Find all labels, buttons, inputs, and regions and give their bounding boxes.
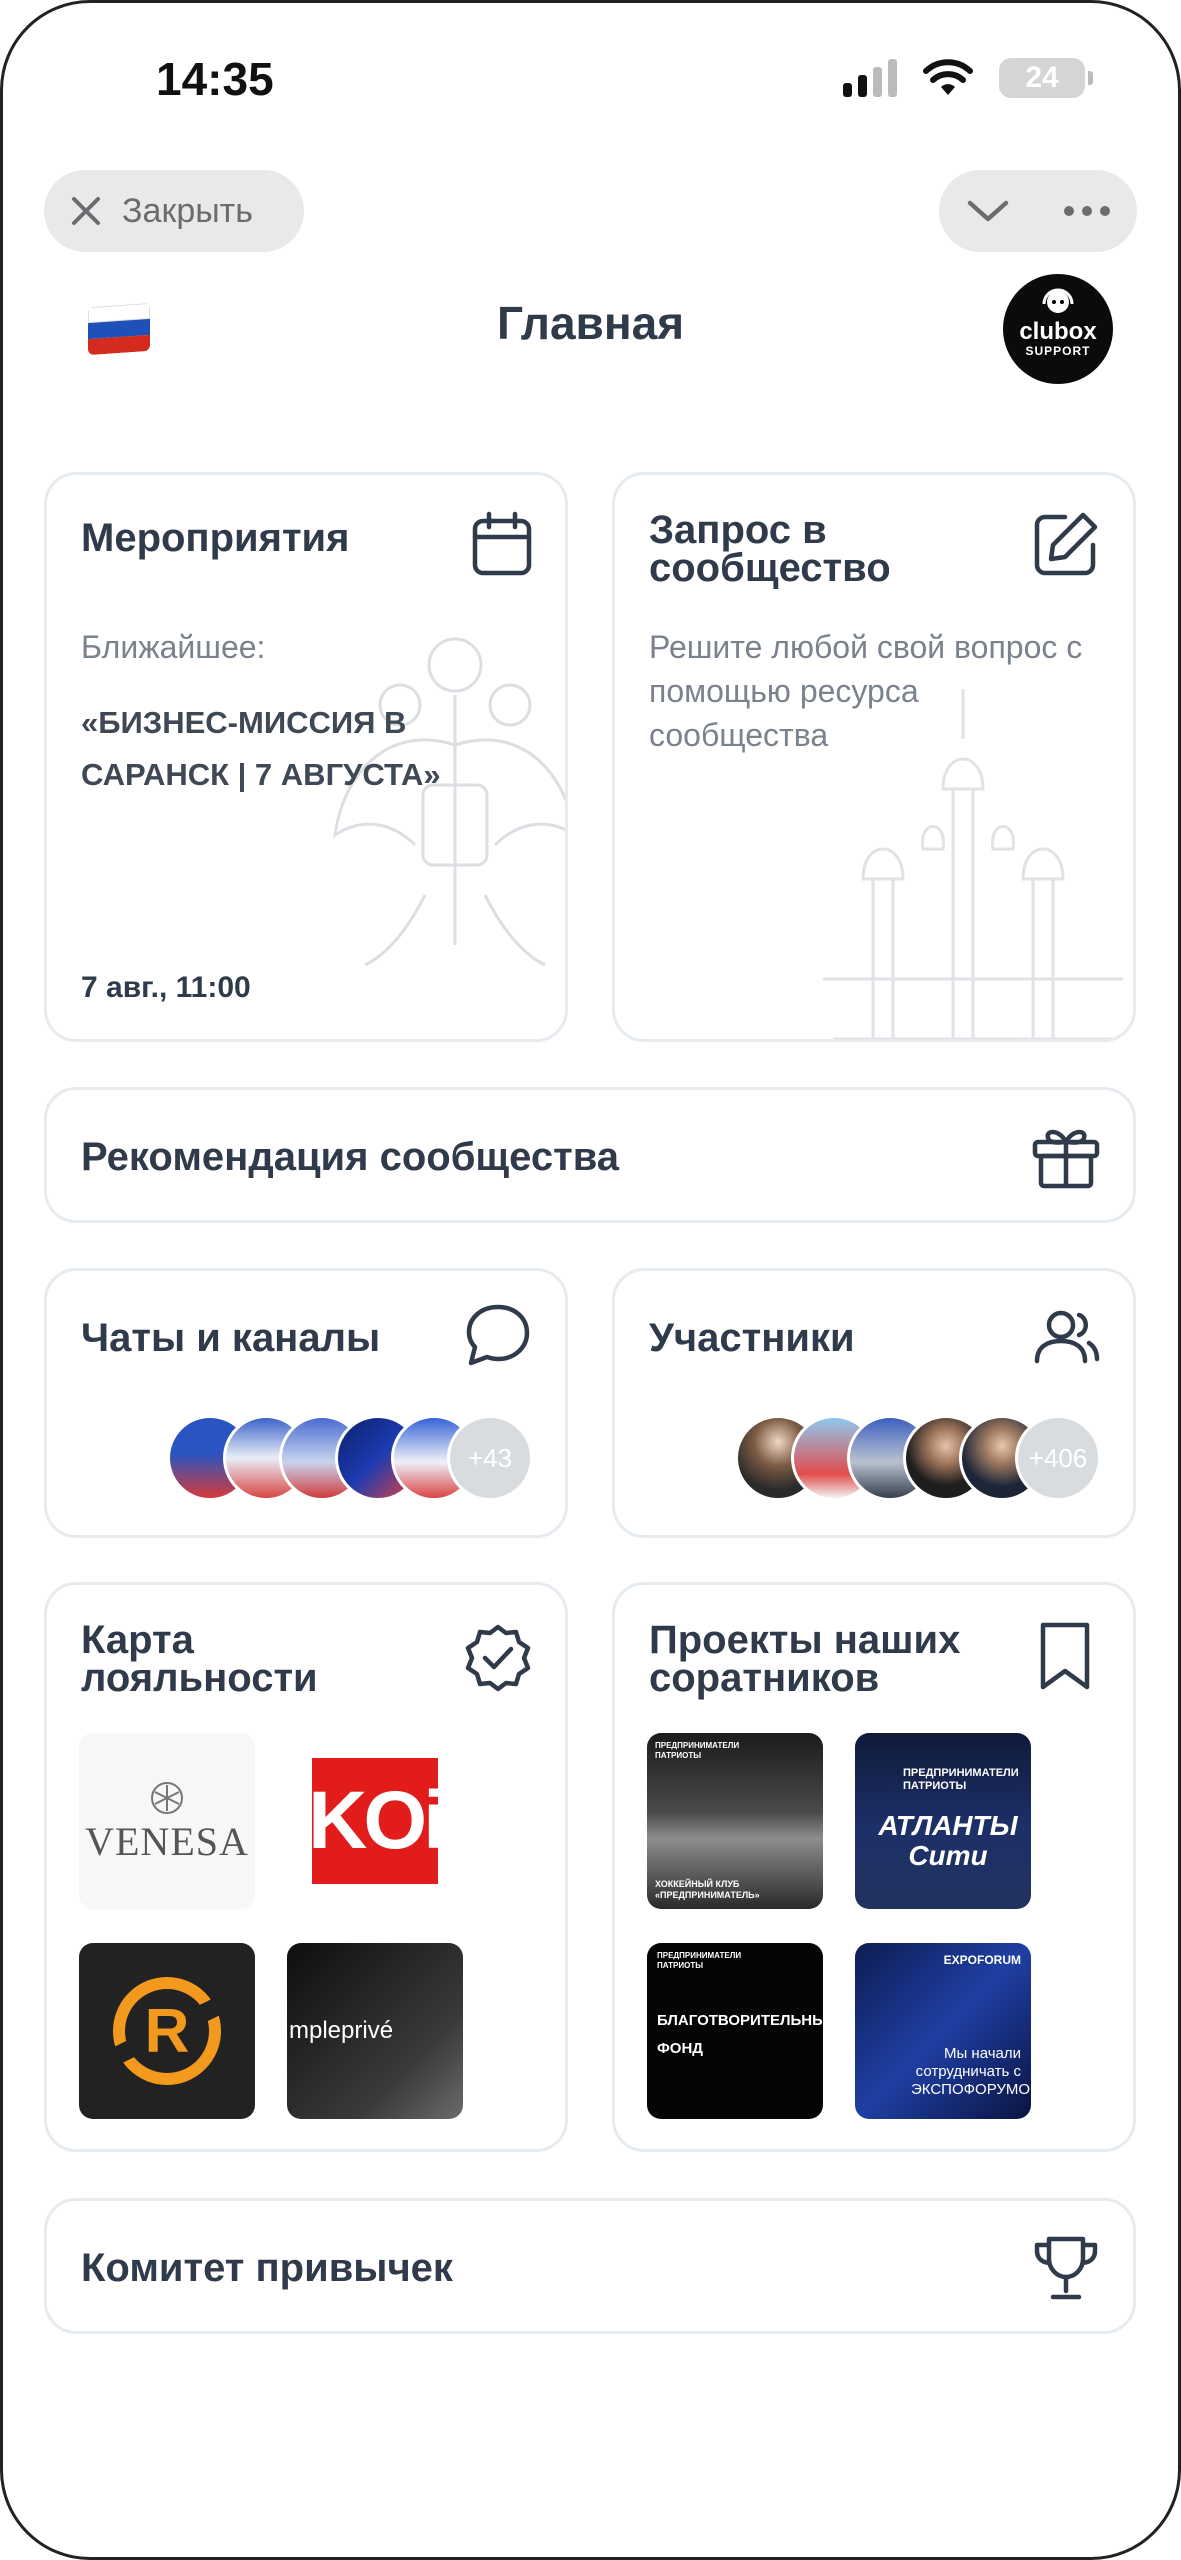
- signal-icon: [843, 59, 897, 97]
- projects-title: Проекты наших соратников: [649, 1618, 961, 1700]
- events-date: 7 авг., 11:00: [81, 971, 251, 1004]
- events-name: «БИЗНЕС-МИССИЯ В САРАНСК | 7 АВГУСТА»: [81, 705, 441, 792]
- menu-pill: [939, 170, 1137, 252]
- close-icon: [72, 197, 100, 225]
- privee-logo-text: mpleprivé: [289, 2017, 394, 2044]
- project-caption: Мы начали сотрудничать с ЭКСПОФОРУМОМ: [911, 2045, 1031, 2098]
- project-brand: ПРЕДПРИНИМАТЕЛИ ПАТРИОТЫ: [655, 1741, 740, 1760]
- habits-title: Комитет привычек: [81, 2246, 453, 2290]
- more-icon[interactable]: [1063, 205, 1111, 217]
- loyalty-logo-privee[interactable]: mpleprivé: [287, 1943, 463, 2119]
- chats-title: Чаты и каналы: [81, 1316, 381, 1360]
- venesa-emblem-icon: [151, 1781, 183, 1814]
- project-caption: БЛАГОТВОРИТЕЛЬНЫЙ ФОНД: [657, 2012, 823, 2057]
- project-brand: ПРЕДПРИНИМАТЕЛИ ПАТРИОТЫ: [903, 1767, 1019, 1792]
- chats-avatars: +43: [167, 1415, 533, 1501]
- loyalty-card[interactable]: Карта лояльности VENESA KOi R mpleprivé: [44, 1582, 568, 2152]
- projects-card[interactable]: Проекты наших соратников ПРЕДПРИНИМАТЕЛИ…: [612, 1582, 1136, 2152]
- gift-icon: [1032, 1129, 1100, 1189]
- project-tile-atlanty[interactable]: ПРЕДПРИНИМАТЕЛИ ПАТРИОТЫ АТЛАНТЫ Сити: [855, 1733, 1031, 1909]
- edit-icon: [1034, 512, 1098, 576]
- koi-logo-text: KOi: [308, 1775, 446, 1866]
- project-caption: ХОККЕЙНЫЙ КЛУБ «ПРЕДПРИНИМАТЕЛЬ»: [655, 1879, 760, 1900]
- battery-level: 24: [1025, 61, 1059, 94]
- loyalty-title: Карта лояльности: [81, 1618, 318, 1700]
- recommendation-title: Рекомендация сообщества: [81, 1135, 620, 1179]
- close-label: Закрыть: [122, 191, 253, 230]
- project-brand: EXPOFORUM: [943, 1953, 1021, 1967]
- venesa-logo-text: VENESA: [85, 1818, 249, 1864]
- loyalty-logo-koi[interactable]: KOi: [287, 1733, 463, 1909]
- members-avatars: +406: [735, 1415, 1101, 1501]
- habits-card[interactable]: Комитет привычек: [44, 2198, 1136, 2334]
- project-tile-fund[interactable]: ПРЕДПРИНИМАТЕЛИ ПАТРИОТЫ БЛАГОТВОРИТЕЛЬН…: [647, 1943, 823, 2119]
- close-button[interactable]: Закрыть: [44, 170, 304, 252]
- avatar-brand: clubox: [1019, 318, 1097, 345]
- recommendation-card[interactable]: Рекомендация сообщества: [44, 1087, 1136, 1223]
- status-icons: 24: [843, 58, 1093, 98]
- r-logo-icon: R: [112, 1977, 222, 2085]
- members-card[interactable]: Участники +406: [612, 1268, 1136, 1538]
- app-screen: 14:35 24 Закрыть Главная clubox SUPPORT …: [0, 0, 1181, 2560]
- request-description: Решите любой свой вопрос с помощью ресур…: [649, 629, 1083, 753]
- members-title: Участники: [649, 1316, 855, 1360]
- request-card[interactable]: Запрос в сообщество Решите любой свой во…: [612, 472, 1136, 1042]
- headset-icon: [1042, 288, 1074, 313]
- events-title: Мероприятия: [81, 516, 350, 560]
- r-logo-text: R: [145, 1997, 190, 2066]
- chats-more-count: +43: [447, 1415, 533, 1501]
- battery-indicator: 24: [999, 58, 1093, 98]
- trophy-icon: [1034, 2236, 1098, 2300]
- project-tile-hockey[interactable]: ПРЕДПРИНИМАТЕЛИ ПАТРИОТЫ ХОККЕЙНЫЙ КЛУБ …: [647, 1733, 823, 1909]
- bookmark-icon: [1040, 1622, 1090, 1690]
- loyalty-logo-r[interactable]: R: [79, 1943, 255, 2119]
- koi-logo-box: KOi: [308, 1758, 446, 1884]
- support-avatar[interactable]: clubox SUPPORT: [1003, 274, 1113, 384]
- project-caption: АТЛАНТЫ Сити: [878, 1810, 1018, 1871]
- project-brand: ПРЕДПРИНИМАТЕЛИ ПАТРИОТЫ: [657, 1951, 742, 1970]
- project-tile-expoforum[interactable]: EXPOFORUM Мы начали сотрудничать с ЭКСПО…: [855, 1943, 1031, 2119]
- events-nearest-label: Ближайшее:: [81, 629, 266, 665]
- chat-icon: [466, 1304, 530, 1366]
- members-more-count: +406: [1015, 1415, 1101, 1501]
- users-icon: [1034, 1310, 1100, 1364]
- chevron-down-icon[interactable]: [966, 197, 1010, 225]
- badge-check-icon: [465, 1624, 531, 1692]
- calendar-icon: [472, 511, 532, 576]
- status-time: 14:35: [156, 53, 274, 105]
- chats-card[interactable]: Чаты и каналы +43: [44, 1268, 568, 1538]
- avatar-sub: SUPPORT: [1025, 344, 1091, 358]
- wifi-icon: [923, 59, 973, 95]
- loyalty-logo-venesa[interactable]: VENESA: [79, 1733, 255, 1909]
- request-title: Запрос в сообщество: [649, 508, 891, 590]
- events-card[interactable]: Мероприятия Ближайшее: «БИЗНЕС-МИССИЯ В …: [44, 472, 568, 1042]
